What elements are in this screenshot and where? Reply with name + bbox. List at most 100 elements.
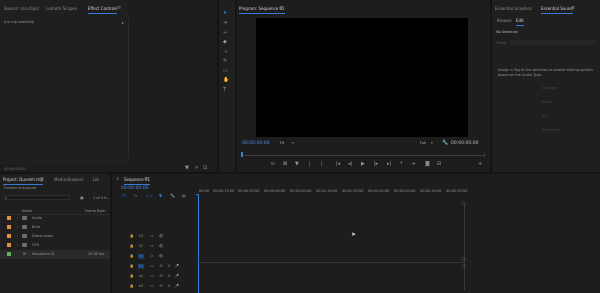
track-label[interactable]: V1: [138, 254, 144, 259]
tab-essential-sound[interactable]: Essential Sound: [541, 6, 573, 14]
mark-out-icon[interactable]: ⊠: [283, 162, 287, 167]
playhead-handle-icon[interactable]: ▾: [196, 192, 198, 197]
mic-icon[interactable]: 🎤: [174, 264, 180, 269]
settings-wrench-icon[interactable]: 🔧: [442, 140, 448, 146]
extract-icon[interactable]: ⇥: [411, 162, 415, 167]
list-item-brief[interactable]: › Brief: [0, 223, 110, 232]
label-color-swatch[interactable]: [7, 234, 11, 238]
sync-lock-icon[interactable]: ▭: [149, 274, 155, 279]
list-item-audio[interactable]: › Audio: [0, 214, 110, 223]
step-back-icon[interactable]: ◂|: [348, 162, 352, 167]
quality-select[interactable]: Full: [420, 141, 426, 145]
track-label[interactable]: V3: [138, 234, 144, 239]
label-color-swatch[interactable]: [7, 243, 11, 247]
track-a1[interactable]: 🔒 A1 ▭ M S 🎤: [126, 264, 186, 271]
timeline-close-icon[interactable]: ×: [116, 176, 119, 181]
tab-essential-graphics[interactable]: Essential Graphics: [495, 6, 532, 11]
eye-icon[interactable]: 👁: [158, 254, 164, 259]
track-label[interactable]: A1: [138, 264, 144, 269]
timeline-menu-icon[interactable]: ≡: [144, 176, 148, 182]
mark-in-icon[interactable]: ⊳: [271, 162, 275, 167]
mute-button[interactable]: M: [158, 274, 164, 279]
program-scrub-bar[interactable]: [241, 155, 485, 156]
mute-button[interactable]: M: [158, 284, 164, 289]
label-color-swatch[interactable]: [7, 252, 11, 256]
tab-program[interactable]: Program: Sequence 01: [239, 6, 285, 14]
project-menu-icon[interactable]: ≡: [40, 176, 44, 182]
linked-selection-icon[interactable]: ⊂⊃: [146, 194, 153, 198]
expand-arrow-icon[interactable]: ▸: [122, 20, 124, 25]
track-select-icon[interactable]: ⇥: [223, 21, 227, 26]
settings-icon[interactable]: ⊡: [203, 166, 207, 171]
type-icon[interactable]: T: [223, 88, 226, 93]
razor-icon[interactable]: ◆: [223, 40, 227, 45]
zoom-select[interactable]: Fit: [280, 141, 284, 145]
mute-button[interactable]: M: [158, 264, 164, 269]
new-bin-icon[interactable]: ▣: [80, 195, 84, 200]
label-color-swatch[interactable]: [7, 216, 11, 220]
program-playhead[interactable]: [241, 152, 243, 157]
sync-lock-icon[interactable]: ▭: [149, 234, 155, 239]
tab-effect-controls[interactable]: Effect Controls: [88, 6, 118, 14]
track-label[interactable]: A3: [138, 284, 144, 289]
dialogue-button[interactable]: Dialogue: [542, 86, 558, 90]
export-frame-icon[interactable]: ◙: [425, 162, 430, 167]
tab-source[interactable]: Source: (no clips): [4, 6, 39, 11]
eye-icon[interactable]: 👁: [158, 244, 164, 249]
track-label[interactable]: A2: [138, 274, 144, 279]
list-item-sequence-01[interactable]: ⊞ Sequence 01 25.00 fps: [0, 250, 110, 259]
tab-media-browser[interactable]: Media Browser: [54, 177, 84, 182]
label-color-swatch[interactable]: [7, 225, 11, 229]
track-v1[interactable]: 🔒 V1 ▭ 👁: [126, 254, 186, 261]
effect-controls-timecode[interactable]: 00:00:00:00: [4, 167, 25, 171]
source-patch[interactable]: 🔒: [129, 274, 135, 279]
sync-lock-icon[interactable]: ▭: [149, 244, 155, 249]
track-v2[interactable]: 🔒 V2 ▭ 👁: [126, 244, 186, 251]
expand-chevron-icon[interactable]: ›: [17, 216, 18, 220]
subtab-edit[interactable]: Edit: [516, 18, 524, 26]
pen-icon[interactable]: ✎: [223, 59, 227, 64]
go-to-out-icon-left[interactable]: |: [321, 162, 323, 167]
timeline-settings-icon[interactable]: 🔧: [170, 194, 175, 198]
scroll-handle-mid[interactable]: ○: [462, 256, 466, 261]
select-tool-icon[interactable]: ➤: [223, 11, 227, 16]
search-input[interactable]: [4, 195, 70, 200]
program-menu-icon[interactable]: ≡: [279, 5, 283, 11]
track-a2[interactable]: 🔒 A2 ▭ M S 🎤: [126, 274, 186, 281]
go-to-in-icon[interactable]: |: [309, 162, 311, 167]
list-item-drone-shots[interactable]: › Drone shots: [0, 232, 110, 241]
scroll-handle-bottom[interactable]: ○: [462, 263, 466, 268]
essential-menu-icon[interactable]: ≡: [571, 5, 575, 11]
eye-icon[interactable]: 👁: [158, 234, 164, 239]
play-icon[interactable]: ▶: [361, 162, 365, 167]
step-forward-icon[interactable]: |▸: [374, 162, 378, 167]
timeline-timecode[interactable]: 00:00:00:00: [121, 186, 148, 191]
source-patch[interactable]: 🔒: [129, 264, 135, 269]
add-button-icon[interactable]: +: [478, 162, 482, 167]
tab-libraries[interactable]: Lib: [93, 177, 99, 182]
scroll-handle-top[interactable]: ○: [462, 200, 466, 205]
music-button[interactable]: Music: [542, 100, 552, 104]
snap-icon[interactable]: ∩: [134, 194, 137, 198]
slip-icon[interactable]: ⊣: [223, 50, 227, 55]
add-marker-icon[interactable]: ▼: [295, 162, 299, 167]
col-name-header[interactable]: Name: [22, 209, 32, 213]
expand-chevron-icon[interactable]: ›: [17, 225, 18, 229]
track-v3[interactable]: 🔒 V3 ▭ 👁: [126, 234, 186, 241]
quality-chevron-icon[interactable]: ▾: [431, 141, 433, 145]
program-timecode-left[interactable]: 00:00:00:00: [242, 141, 269, 146]
hand-icon[interactable]: ✋: [223, 78, 229, 83]
sync-lock-icon[interactable]: ▭: [149, 284, 155, 289]
source-patch[interactable]: 🔒: [129, 254, 135, 259]
mic-icon[interactable]: 🎤: [174, 274, 180, 279]
sync-lock-icon[interactable]: ▭: [149, 264, 155, 269]
list-item-gfx[interactable]: › GFX: [0, 241, 110, 250]
preset-dropdown[interactable]: [510, 40, 596, 45]
go-to-out-icon[interactable]: ▸|: [387, 162, 391, 167]
hamburger-menu-icon[interactable]: ≡: [117, 5, 121, 11]
sync-lock-icon[interactable]: ▭: [149, 254, 155, 259]
insert-sequence-icon[interactable]: ⊓: [122, 194, 125, 198]
col-framerate-header[interactable]: Frame Rate: [85, 209, 105, 213]
ambience-button[interactable]: Ambience: [542, 128, 559, 132]
track-a3[interactable]: 🔒 A3 ▭ M S 🎤: [126, 284, 186, 291]
